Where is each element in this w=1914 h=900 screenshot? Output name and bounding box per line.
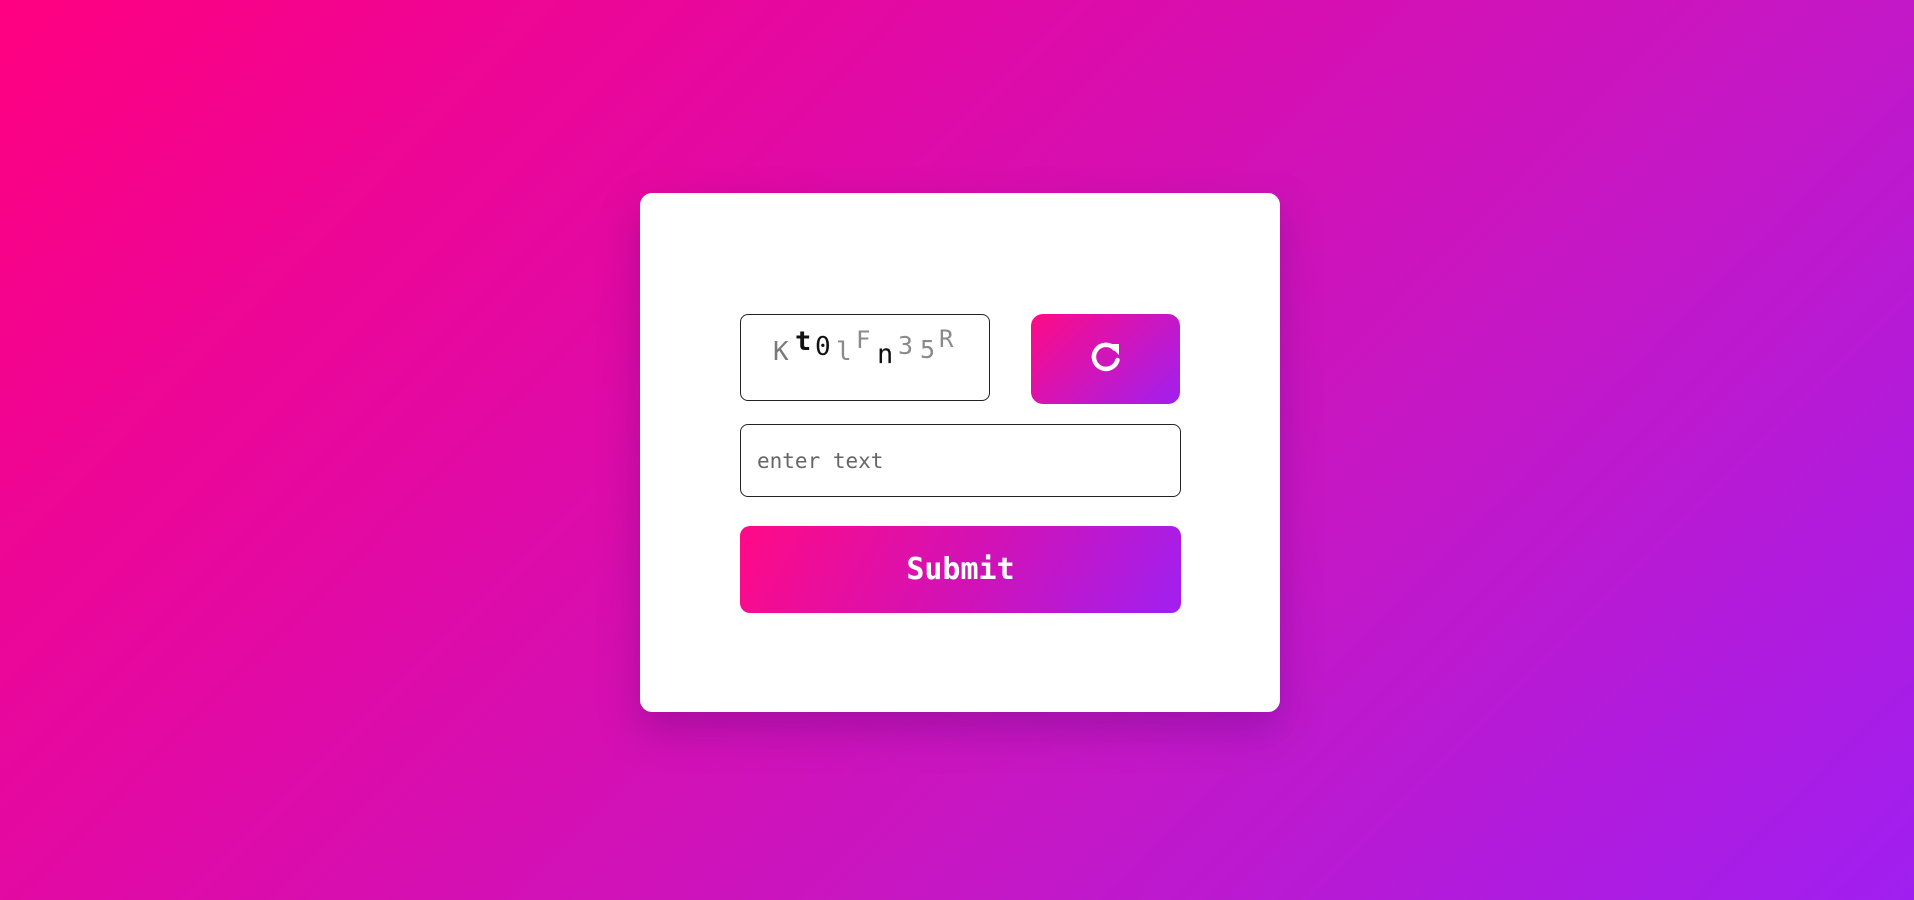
- captcha-card: K t 0 l F n 3 5 R Submit: [640, 193, 1280, 712]
- captcha-text-input[interactable]: [740, 424, 1181, 497]
- captcha-char: n: [877, 339, 894, 370]
- refresh-icon: [1088, 339, 1124, 379]
- captcha-image: K t 0 l F n 3 5 R: [740, 314, 990, 401]
- captcha-char: K: [773, 337, 789, 367]
- refresh-captcha-button[interactable]: [1031, 314, 1180, 404]
- captcha-char: 0: [815, 332, 831, 362]
- submit-button-label: Submit: [906, 552, 1015, 587]
- captcha-char: R: [939, 325, 954, 353]
- captcha-char: F: [856, 326, 871, 354]
- captcha-char: l: [836, 337, 852, 367]
- submit-button[interactable]: Submit: [740, 526, 1181, 613]
- captcha-char: t: [795, 326, 812, 357]
- captcha-char: 3: [898, 331, 914, 360]
- captcha-char: 5: [920, 335, 936, 364]
